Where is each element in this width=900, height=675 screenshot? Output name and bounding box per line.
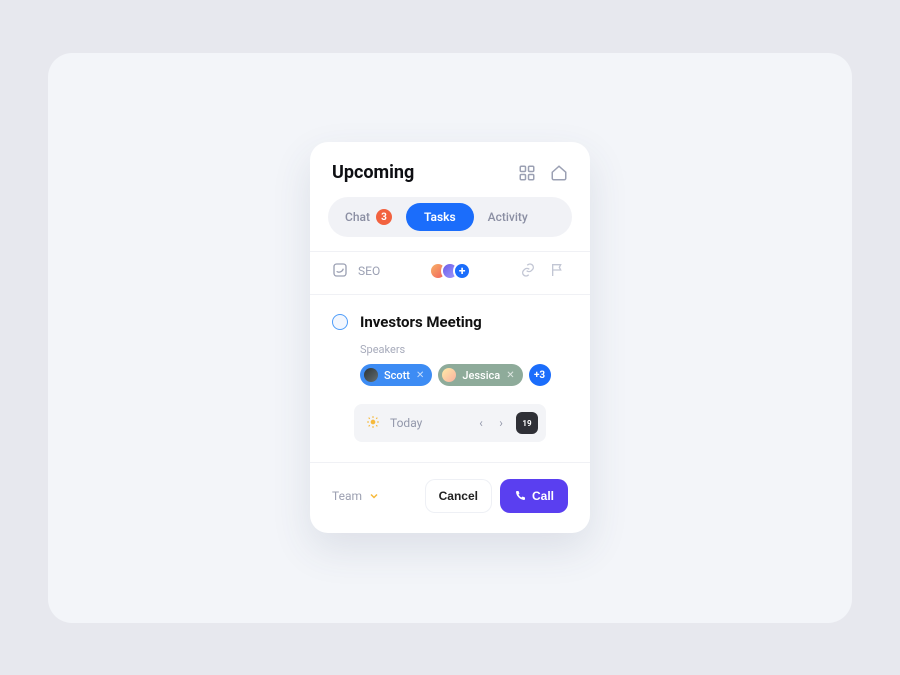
cancel-label: Cancel	[439, 489, 478, 503]
flag-icon[interactable]	[550, 262, 568, 280]
calendar-day-badge[interactable]: 19	[516, 412, 538, 434]
task-header: Investors Meeting	[332, 313, 568, 331]
team-dropdown[interactable]: Team	[332, 489, 380, 503]
category-row: SEO +	[310, 251, 590, 295]
tab-tasks[interactable]: Tasks	[406, 203, 474, 231]
tab-activity[interactable]: Activity	[476, 203, 540, 231]
category-icon	[332, 262, 350, 280]
tab-activity-label: Activity	[488, 210, 528, 224]
task-item: Investors Meeting Speakers Scott ✕ Jessi…	[310, 295, 590, 442]
task-checkbox[interactable]	[332, 314, 348, 330]
tab-chat[interactable]: Chat 3	[333, 202, 404, 232]
sun-icon	[366, 415, 380, 432]
next-day-button[interactable]: ›	[496, 416, 506, 430]
home-icon[interactable]	[550, 164, 568, 182]
card-header: Upcoming	[310, 142, 590, 197]
chip-label: Jessica	[462, 369, 500, 382]
chat-badge: 3	[376, 209, 392, 225]
chip-label: Scott	[384, 369, 410, 382]
link-icon[interactable]	[520, 262, 538, 280]
card-footer: Team Cancel Call	[310, 462, 590, 533]
task-title: Investors Meeting	[360, 313, 482, 331]
avatar	[364, 368, 378, 382]
stage-frame: Upcoming Chat 3	[48, 53, 852, 623]
speaker-chip-jessica[interactable]: Jessica ✕	[438, 364, 522, 386]
speaker-chip-scott[interactable]: Scott ✕	[360, 364, 432, 386]
grid-icon[interactable]	[518, 164, 536, 182]
speaker-chips: Scott ✕ Jessica ✕ +3	[360, 364, 568, 386]
prev-day-button[interactable]: ‹	[476, 416, 486, 430]
call-label: Call	[532, 489, 554, 503]
phone-icon	[514, 490, 526, 502]
footer-actions: Cancel Call	[425, 479, 568, 513]
tabs-container: Chat 3 Tasks Activity	[310, 197, 590, 251]
date-label: Today	[390, 416, 466, 430]
tab-tasks-label: Tasks	[424, 210, 456, 224]
team-label: Team	[332, 489, 362, 503]
date-selector: Today ‹ › 19	[354, 404, 546, 442]
avatar	[442, 368, 456, 382]
category-actions	[520, 262, 568, 280]
speaker-more-count[interactable]: +3	[529, 364, 551, 386]
header-actions	[518, 164, 568, 182]
call-button[interactable]: Call	[500, 479, 568, 513]
remove-icon[interactable]: ✕	[416, 370, 424, 381]
page-title: Upcoming	[332, 162, 414, 183]
remove-icon[interactable]: ✕	[506, 370, 514, 381]
add-member-button[interactable]: +	[453, 262, 471, 280]
tab-chat-label: Chat	[345, 210, 370, 224]
upcoming-card: Upcoming Chat 3	[310, 142, 590, 533]
category-left: SEO	[332, 262, 380, 280]
chevron-down-icon	[368, 490, 380, 502]
speakers-label: Speakers	[360, 343, 568, 356]
tabs: Chat 3 Tasks Activity	[328, 197, 572, 237]
cancel-button[interactable]: Cancel	[425, 479, 492, 513]
member-avatars: +	[429, 262, 471, 280]
category-label: SEO	[358, 264, 380, 278]
